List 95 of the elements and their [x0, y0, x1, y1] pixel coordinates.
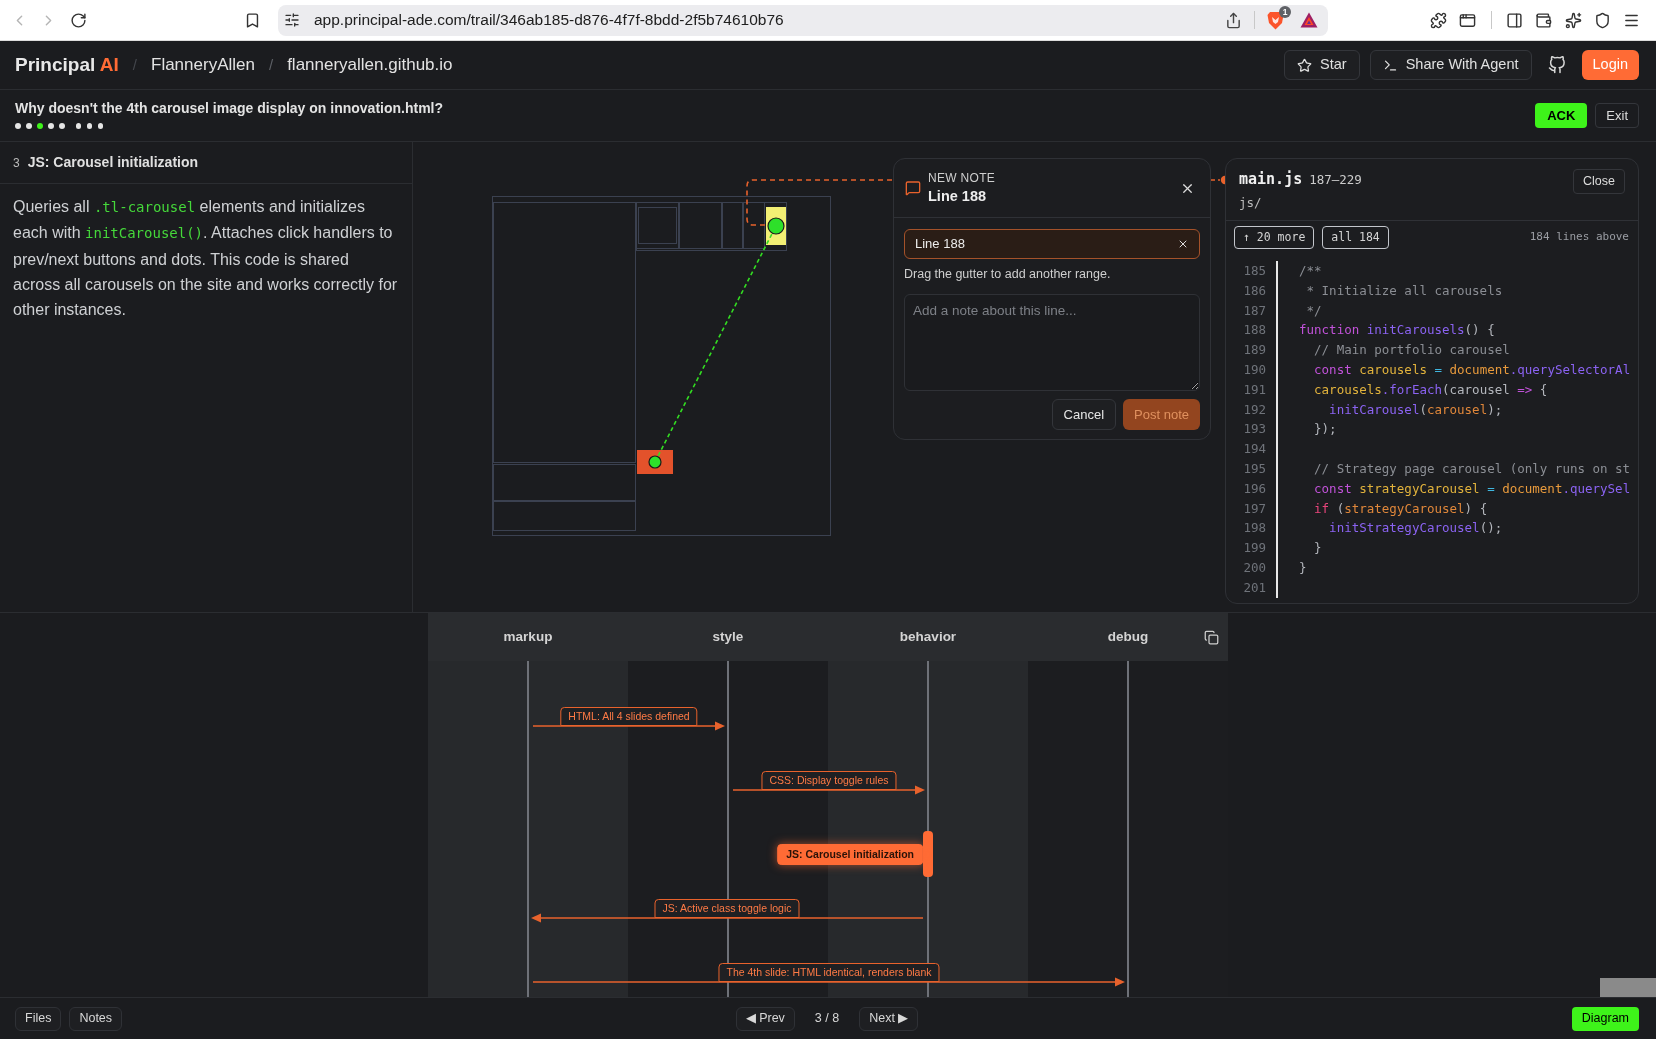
share-icon[interactable] — [1225, 11, 1242, 29]
lane-header: style — [712, 627, 744, 646]
message-label[interactable]: HTML: All 4 slides defined — [560, 707, 698, 726]
url-text: app.principal-ade.com/trail/346ab185-d876-4f7f-8bdd-2f5b74610b76 — [314, 10, 784, 31]
puzzle-icon[interactable] — [1430, 11, 1447, 29]
line-number: 196 — [1243, 479, 1266, 498]
message-label[interactable]: The 4th slide: HTML identical, renders blank — [718, 963, 940, 982]
comment-icon — [905, 180, 921, 196]
site-settings-icon[interactable] — [284, 12, 300, 28]
lane-header: markup — [503, 627, 553, 646]
expand-button[interactable]: all 184 — [1322, 226, 1389, 249]
file-name: main.js — [1239, 169, 1303, 190]
step-title: JS: Carousel initialization — [27, 153, 199, 172]
message-label[interactable]: JS: Active class toggle logic — [654, 899, 800, 918]
activation-bar — [923, 831, 933, 877]
next-button[interactable]: Next ▶ — [859, 1006, 919, 1031]
line-number: 195 — [1243, 459, 1266, 478]
code-line: // Strategy page carousel (only runs on st — [1313, 459, 1631, 478]
file-directory: js/ — [1239, 193, 1263, 212]
address-bar[interactable]: app.principal-ade.com/trail/346ab185-d876-4f7f-8bdd-2f5b74610b76 1 — [278, 4, 1328, 36]
window-icon[interactable] — [1459, 11, 1476, 29]
lane-header: behavior — [899, 627, 957, 646]
line-number: 191 — [1243, 380, 1266, 399]
ack-button[interactable]: ACK — [1535, 103, 1588, 128]
sidebar-icon[interactable] — [1506, 11, 1523, 29]
prev-button[interactable]: ◀ Prev — [735, 1006, 795, 1031]
line-number: 187 — [1243, 301, 1266, 320]
line-number: 194 — [1243, 440, 1266, 459]
breadcrumb-link[interactable]: flanneryallen.github.io — [287, 52, 453, 78]
line-number: 200 — [1243, 558, 1266, 577]
code-line: initStrategyCarousel(); — [1328, 519, 1504, 538]
share-button[interactable]: Share With Agent — [1369, 50, 1532, 80]
breadcrumb-separator: / — [132, 54, 137, 75]
lines-above-count: 184 lines above — [1529, 229, 1630, 246]
exit-button[interactable]: Exit — [1595, 103, 1639, 128]
range-hint: Drag the gutter to add another range. — [904, 266, 1112, 283]
panel-toggle-button[interactable]: Files — [15, 1006, 62, 1031]
notification-badge: 1 — [1279, 5, 1291, 18]
line-number: 189 — [1243, 341, 1266, 360]
star-icon — [1297, 57, 1313, 73]
star-button[interactable]: Star — [1284, 50, 1360, 80]
code-line: const strategyCarousel = document.querySel — [1313, 479, 1631, 498]
step-number: 3 — [13, 154, 20, 172]
line-number: 197 — [1243, 499, 1266, 518]
line-number: 186 — [1243, 281, 1266, 300]
code-line: const carousels = document.querySelectorAl — [1313, 361, 1631, 379]
code-line: initCarousel(carousel); — [1328, 400, 1504, 419]
step-position: 3 / 8 — [814, 1010, 840, 1028]
lane-header: debug — [1107, 627, 1149, 646]
line-number: 198 — [1243, 519, 1266, 538]
step-label[interactable]: JS: Carousel initialization — [777, 844, 923, 865]
message-label[interactable]: CSS: Display toggle rules — [761, 771, 897, 790]
code-line: } — [1299, 558, 1308, 577]
close-button[interactable]: Close — [1573, 169, 1625, 194]
terminal-icon — [1382, 57, 1398, 73]
expand-button[interactable]: ↑ 20 more — [1234, 226, 1315, 249]
line-number: 201 — [1243, 578, 1266, 597]
triangle-icon[interactable] — [1300, 12, 1318, 28]
code-line: function initCarousels() { — [1299, 321, 1496, 340]
github-icon[interactable] — [1547, 56, 1566, 74]
wallet-icon[interactable] — [1535, 11, 1552, 29]
shield-icon[interactable] — [1594, 11, 1611, 29]
line-number: 190 — [1243, 361, 1266, 379]
code-line: * Initialize all carousels — [1305, 281, 1504, 300]
remove-icon[interactable] — [1177, 238, 1189, 250]
reload-icon[interactable] — [70, 11, 87, 29]
line-number: 192 — [1243, 400, 1266, 419]
step-description: Queries all .tl-carousel elements and initializes each with initCarousel(). Attaches click handlers to prev/next buttons and dots. This code is shared across all carousels on the site and works correctly for other instances. — [12, 197, 399, 321]
sparkle-icon[interactable] — [1565, 11, 1582, 29]
code-line: if (strategyCarousel) { — [1313, 499, 1489, 518]
copy-icon[interactable] — [1204, 630, 1219, 645]
line-number: 185 — [1243, 262, 1266, 280]
code-line: carousels.forEach(carousel => { — [1313, 380, 1549, 399]
cancel-button[interactable]: Cancel — [1051, 398, 1117, 430]
line-range: 187–229 — [1309, 171, 1362, 189]
code-line: } — [1313, 539, 1323, 558]
code-line: /** — [1299, 262, 1323, 280]
breadcrumb-link[interactable]: FlanneryAllen — [151, 52, 255, 78]
panel-toggle-button[interactable]: Notes — [69, 1006, 123, 1031]
code-line: */ — [1305, 301, 1323, 320]
bookmark-icon[interactable] — [244, 11, 261, 29]
line-range-chip[interactable]: Line 188 — [904, 229, 1200, 259]
line-number: 199 — [1243, 539, 1266, 558]
note-eyebrow: NEW NOTE — [928, 170, 996, 186]
diagram-button[interactable]: Diagram — [1571, 1006, 1639, 1031]
app-logo[interactable]: Principal AI — [15, 50, 119, 80]
note-textarea[interactable]: Add a note about this line... — [904, 293, 1200, 391]
code-line: }); — [1313, 420, 1338, 439]
code-line: // Main portfolio carousel — [1313, 341, 1511, 360]
question-text: Why doesn't the 4th carousel image display on innovation.html? — [15, 99, 444, 117]
note-title: Line 188 — [928, 186, 988, 206]
scrollbar-thumb[interactable] — [1600, 978, 1656, 997]
breadcrumb-separator: / — [268, 54, 274, 75]
line-number: 188 — [1243, 321, 1266, 340]
line-number: 193 — [1243, 420, 1266, 439]
